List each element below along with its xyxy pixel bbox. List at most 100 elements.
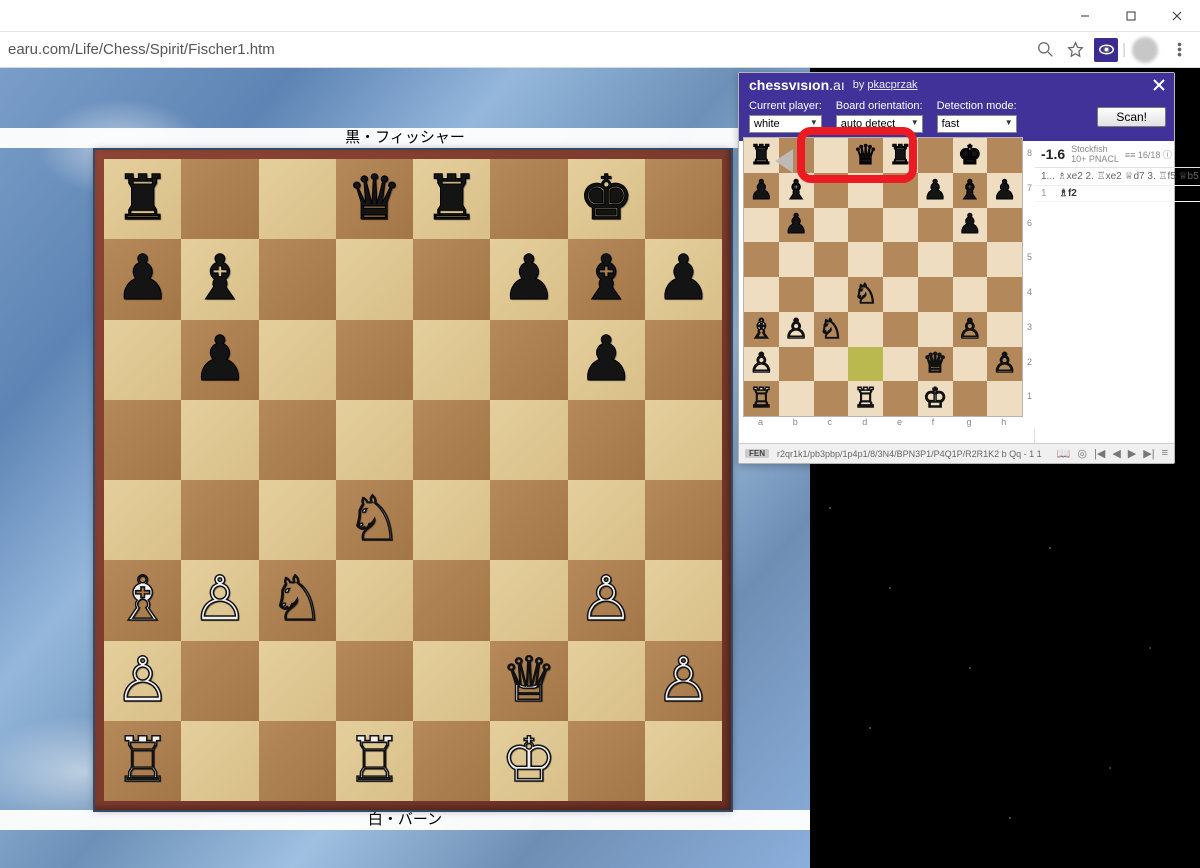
square-a7[interactable]: ♟ <box>744 173 779 208</box>
square-f1[interactable]: ♔f <box>918 381 953 416</box>
square-d3[interactable] <box>848 312 883 347</box>
square-d6[interactable] <box>848 208 883 243</box>
square-e5[interactable] <box>883 242 918 277</box>
square-c5[interactable] <box>814 242 849 277</box>
square-g7: ♝ <box>568 239 645 319</box>
square-g8[interactable]: ♚ <box>953 138 988 173</box>
square-c4[interactable] <box>814 277 849 312</box>
scan-button[interactable]: Scan! <box>1097 107 1166 127</box>
square-h1[interactable]: 1h <box>987 381 1022 416</box>
window-maximize-button[interactable] <box>1108 0 1154 32</box>
square-e2[interactable] <box>883 347 918 382</box>
piece-R: ♖ <box>854 383 878 414</box>
square-g2[interactable] <box>953 347 988 382</box>
square-h5[interactable]: 5 <box>987 242 1022 277</box>
first-move-button[interactable]: |◀ <box>1094 447 1105 460</box>
square-d1[interactable]: ♖d <box>848 381 883 416</box>
browser-menu-icon[interactable] <box>1164 35 1194 65</box>
square-b3[interactable]: ♙ <box>779 312 814 347</box>
board-orientation-select[interactable]: auto detect <box>836 115 923 133</box>
square-h7[interactable]: ♟7 <box>987 173 1022 208</box>
square-f4[interactable] <box>918 277 953 312</box>
address-bar[interactable]: earu.com/Life/Chess/Spirit/Fischer1.htm <box>0 37 1030 62</box>
square-g2 <box>568 641 645 721</box>
square-d5[interactable] <box>848 242 883 277</box>
square-e1[interactable]: e <box>883 381 918 416</box>
square-f6[interactable] <box>918 208 953 243</box>
window-close-button[interactable] <box>1154 0 1200 32</box>
menu-icon[interactable]: ≡ <box>1162 447 1168 460</box>
square-c8[interactable] <box>814 138 849 173</box>
piece-r: ♜ <box>115 168 171 230</box>
square-a5[interactable] <box>744 242 779 277</box>
square-h6[interactable]: 6 <box>987 208 1022 243</box>
byline-author-link[interactable]: pkacprzak <box>867 79 917 91</box>
square-d4[interactable]: ♘ <box>848 277 883 312</box>
square-f2[interactable]: ♕ <box>918 347 953 382</box>
next-move-button[interactable]: ▶ <box>1128 447 1136 460</box>
square-a4[interactable] <box>744 277 779 312</box>
square-c6[interactable] <box>814 208 849 243</box>
piece-p: ♟ <box>958 209 982 240</box>
panel-close-button[interactable] <box>1150 76 1168 94</box>
square-d8[interactable]: ♛ <box>848 138 883 173</box>
square-f8[interactable] <box>918 138 953 173</box>
square-c3[interactable]: ♘ <box>814 312 849 347</box>
square-g3: ♙ <box>568 560 645 640</box>
square-g4[interactable] <box>953 277 988 312</box>
square-b2[interactable] <box>779 347 814 382</box>
square-g5[interactable] <box>953 242 988 277</box>
square-c2[interactable] <box>814 347 849 382</box>
byline: by pkacprzak <box>853 79 918 91</box>
square-g3[interactable]: ♙ <box>953 312 988 347</box>
square-b6[interactable]: ♟ <box>779 208 814 243</box>
square-e8[interactable]: ♜ <box>883 138 918 173</box>
fen-value[interactable]: r2qr1k1/pb3pbp/1p4p1/8/3N4/BPN3P1/P4Q1P/… <box>777 449 1049 459</box>
square-h2[interactable]: ♙2 <box>987 347 1022 382</box>
square-a6[interactable] <box>744 208 779 243</box>
book-icon[interactable]: 📖 <box>1057 447 1071 460</box>
square-f7[interactable]: ♟ <box>918 173 953 208</box>
square-e7[interactable] <box>883 173 918 208</box>
square-e3[interactable] <box>883 312 918 347</box>
square-g7[interactable]: ♝ <box>953 173 988 208</box>
bookmark-star-icon[interactable] <box>1060 35 1090 65</box>
zoom-icon[interactable] <box>1030 35 1060 65</box>
current-player-select[interactable]: white <box>749 115 822 133</box>
last-move-button[interactable]: ▶| <box>1143 447 1154 460</box>
square-f3[interactable] <box>918 312 953 347</box>
square-h4[interactable]: 4 <box>987 277 1022 312</box>
chessvision-extension-icon[interactable] <box>1094 38 1118 62</box>
square-a8[interactable]: ♜ <box>744 138 779 173</box>
square-a3[interactable]: ♗ <box>744 312 779 347</box>
square-b5[interactable] <box>779 242 814 277</box>
square-g6[interactable]: ♟ <box>953 208 988 243</box>
piece-P: ♙ <box>784 314 808 345</box>
engine-score: -1.6 <box>1041 146 1065 162</box>
file-label: a <box>758 417 763 427</box>
square-a1[interactable]: ♖a <box>744 381 779 416</box>
square-b7[interactable]: ♝ <box>779 173 814 208</box>
square-c7[interactable] <box>814 173 849 208</box>
square-a2[interactable]: ♙ <box>744 347 779 382</box>
square-h6 <box>645 320 722 400</box>
detection-mode-select[interactable]: fast <box>937 115 1017 133</box>
square-h8[interactable]: 8 <box>987 138 1022 173</box>
square-h3[interactable]: 3 <box>987 312 1022 347</box>
square-d7[interactable] <box>848 173 883 208</box>
square-e4[interactable] <box>883 277 918 312</box>
profile-avatar[interactable] <box>1132 37 1158 63</box>
square-g1[interactable]: g <box>953 381 988 416</box>
square-d2[interactable] <box>848 347 883 382</box>
square-e6[interactable] <box>883 208 918 243</box>
square-c1[interactable]: c <box>814 381 849 416</box>
analysis-chessboard[interactable]: ♜♛♜♚8♟♝♟♝♟7♟♟65♘4♗♙♘♙3♙♕♙2♖abc♖de♔fg1h <box>743 137 1023 417</box>
move-row[interactable]: 1♗f2-1.6 <box>1035 186 1200 202</box>
prev-move-button[interactable]: ◀ <box>1112 447 1120 460</box>
rank-label: 8 <box>1027 148 1032 158</box>
square-f5[interactable] <box>918 242 953 277</box>
target-icon[interactable]: ◎ <box>1077 447 1087 460</box>
square-b4[interactable] <box>779 277 814 312</box>
window-minimize-button[interactable] <box>1062 0 1108 32</box>
square-b1[interactable]: b <box>779 381 814 416</box>
